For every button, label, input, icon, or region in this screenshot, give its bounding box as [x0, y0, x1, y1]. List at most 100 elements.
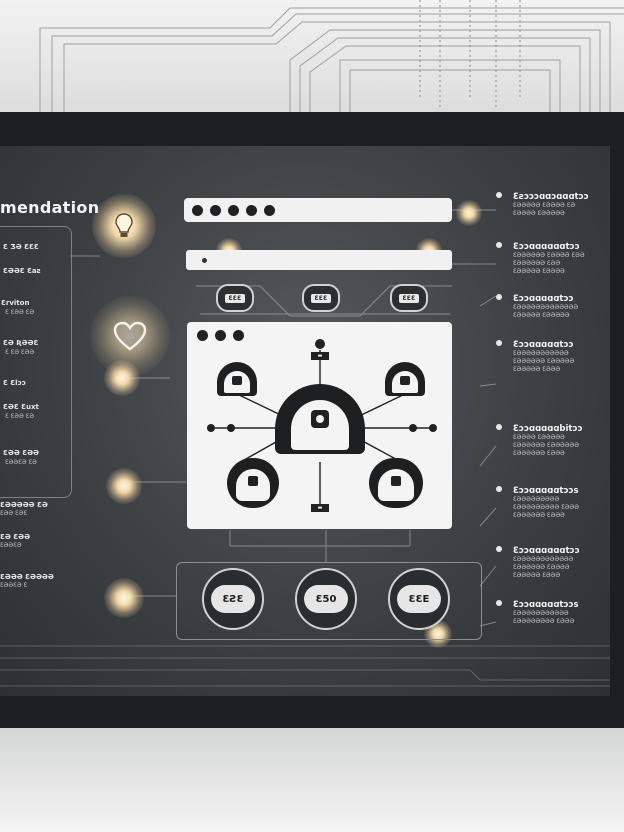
left-item[interactable]: Ɛrviton [1, 299, 29, 307]
user-node[interactable] [217, 362, 257, 396]
recommendation-item[interactable]: Ɛɔɔɑɑɑɑɑtɔɔ ƐƏƏƏƏƏƏƏƏƏƏƏƏƏ ƐƏƏƏƏƏ ƐƏƏƏƏƏ [496, 294, 610, 320]
recommendation-item[interactable]: Ɛɔɔɑɑɑɑɑtɔɔ ƐƏƏƏƏƏƏƏƏƏƏƏ ƐƏƏƏƏƏƏ ƐƏƏƏƏƏ … [496, 340, 610, 374]
light-glow [104, 360, 140, 396]
recommendation-detail: ƐƏƏƏƏƏƏ ƐƏƏƏ [513, 450, 565, 457]
light-glow [106, 468, 142, 504]
user-node[interactable] [369, 458, 423, 508]
recommendation-item[interactable]: Ɛɔɔɑɑɑɑɑɑtɔɔ ƐƏƏƏƏƏƏƏƏƏƏƏƏ ƐƏƏƏƏƏƏ ƐƏƏƏƏ… [496, 546, 610, 580]
recommendation-detail: ƐƏƏƏƏƏƏ ƐƏƏƏ [513, 512, 565, 519]
node-label-top: ▬ [311, 352, 329, 360]
category-badge[interactable]: Ɛ50 [295, 568, 357, 630]
network-window: ▬ ▬ [187, 322, 452, 529]
recommendation-item[interactable]: Ɛɔɔɑɑɑɑɑbitɔɔ ƐƏƏƏƏ ƐƏƏƏƏƏ ƐƏƏƏƏƏƏ ƐƏƏƏƏ… [496, 424, 610, 458]
recommendation-title: Ɛɔɔɑɑɑɑɑɑtɔɔ [513, 546, 580, 556]
recommendation-detail: ƐƏƏƏƏƏ ƐƏƏƏƏ [513, 268, 565, 275]
screen: mendation Ɛ ƷƏ ƐƐƐ ƐƏƏƐ Ɛaƨ Ɛrviton Ɛ ƐƏ… [0, 146, 610, 696]
recommendation-title: Ɛɔɔɑɑɑɑɑtɔɔ [513, 294, 574, 304]
light-glow [104, 578, 144, 618]
left-item-sub: ƐƏƏƐƏ Ɛ [0, 582, 28, 589]
pin-icon [496, 192, 502, 198]
user-node[interactable] [385, 362, 425, 396]
recommendation-detail: ƐƏƏƏƏƏ ƐƏƏƏƏƏ [513, 312, 570, 319]
tag-chip[interactable]: ƐƐƐ [302, 284, 340, 312]
recommendation-detail: ƐƏƏƏƏƏƏ ƐƏƏƏƏƏ [513, 358, 575, 365]
recommendation-item[interactable]: Ɛɔɔɑɑɑɑɑɑtɔɔ ƐƏƏƏƏƏƏ ƐƏƏƏƏ ƐƏƏ ƐƏƏƏƏƏƏ Ɛ… [496, 242, 610, 276]
left-item[interactable]: ƐƏƏƏ ƐƏƏƏƏ [0, 573, 54, 581]
left-item[interactable]: Ɛ ƷƏ ƐƐƐ [3, 243, 39, 251]
desk-surface [0, 728, 624, 832]
node-label-bottom: ▬ [311, 504, 329, 512]
pin-icon [496, 424, 502, 430]
recommendation-detail: ƐƏƏƏƏ ƐƏƏƏƏƏ [513, 210, 565, 217]
recommendation-detail: ƐƏƏƏƏƏƏƏƏ ƐƏƏƏ [513, 618, 575, 625]
recommendation-detail: ƐƏƏƏƏƏƏƏƏƏƏƏ [513, 350, 569, 357]
left-item[interactable]: ƐƏƏ ƐƏƏ [3, 449, 39, 457]
page-title: mendation [0, 198, 100, 217]
user-icon [291, 400, 349, 450]
recommendation-detail: ƐƏƏƏƏƏƏƏƏƏ ƐƏƏƏ [513, 504, 579, 511]
left-item[interactable]: ƐƏƏƐ Ɛaƨ [3, 267, 41, 275]
tag-chip[interactable]: ƐƐƐ [216, 284, 254, 312]
dot-indicator [192, 204, 203, 216]
recommendation-item[interactable]: Ɛɔɔɑɑɑɑɑtɔɔs ƐƏƏƏƏƏƏƏƏƏ ƐƏƏƏƏƏƏƏƏƏ ƐƏƏƏ … [496, 486, 610, 520]
recommendation-detail: ƐƏƏƏƏƏƏ ƐƏƏ [513, 260, 561, 267]
search-bar[interactable] [184, 198, 452, 222]
recommendation-title: Ɛɔɔɑɑɑɑɑtɔɔ [513, 340, 574, 350]
tag-chip-label: ƐƐƐ [311, 293, 331, 303]
circuit-lines-decoration [39, 0, 624, 118]
recommendation-detail: ƐƏƏƏƏƏ ƐƏƏƏ [513, 572, 561, 579]
dot-indicator [246, 204, 257, 216]
dot-indicator [264, 204, 275, 216]
user-node[interactable] [227, 458, 279, 508]
category-badge-label: Ɛ50 [304, 585, 348, 613]
address-bar[interactable] [186, 250, 452, 270]
tag-chip-label: ƐƐƐ [399, 293, 419, 303]
dot-indicator [210, 204, 221, 216]
recommendation-item[interactable]: Ɛɔɔɑɑɑɑɑtɔɔs ƐƏƏƏƏƏƏƏƏƏƏƏ ƐƏƏƏƏƏƏƏƏ ƐƏƏƏ [496, 600, 610, 626]
recommendation-detail: ƐƏƏƏƏƏƏƏƏƏ [513, 496, 560, 503]
pin-icon [496, 600, 502, 606]
pin-icon [496, 546, 502, 552]
left-panel-frame: Ɛ ƷƏ ƐƐƐ ƐƏƏƐ Ɛaƨ Ɛrviton Ɛ ƐƏƏ ƐƏ ƐƏ ƦƏ… [0, 226, 72, 498]
heart-icon[interactable] [108, 316, 152, 356]
pin-icon [496, 486, 502, 492]
category-badge-label: ƐƐE [397, 585, 441, 613]
url-dot-icon [202, 257, 207, 263]
pin-icon [496, 294, 502, 300]
tag-chip[interactable]: ƐƐƐ [390, 284, 428, 312]
monitor-frame: mendation Ɛ ƷƏ ƐƐƐ ƐƏƏƐ Ɛaƨ Ɛrviton Ɛ ƐƏ… [0, 112, 624, 728]
left-item[interactable]: ƐƏƐ Ɛuxt [3, 403, 39, 411]
lightbulb-icon[interactable] [108, 208, 140, 244]
recommendation-detail: ƐƏƏƏƏƏƏƏƏƏƏƏƏ [513, 556, 574, 563]
pin-icon [496, 340, 502, 346]
left-item-sub: ƐƏƏƐƏ ƐƏ [5, 459, 37, 466]
recommendation-detail: ƐƏƏƏƏƏƏƏƏƏƏƏƏƏ [513, 304, 579, 311]
user-icon [224, 371, 250, 393]
user-icon [378, 469, 414, 501]
left-item-sub: Ɛ ƐƏƏ ƐƏ [5, 309, 35, 316]
category-badge[interactable]: ƐƐE [388, 568, 450, 630]
left-item[interactable]: Ɛ Ɛlɔɔ [3, 379, 26, 387]
left-item-sub: Ɛ ƐƏ ƐƏƏ [5, 349, 35, 356]
recommendation-detail: ƐƏƏƏƏƏƏ ƐƏƏƏƏ [513, 564, 570, 571]
tag-chip-label: ƐƐƐ [225, 293, 245, 303]
pin-icon [496, 242, 502, 248]
recommendation-detail: ƐƏƏƏƏƏ ƐƏƏƏƏ ƐƏ [513, 202, 576, 209]
recommendation-title: Ɛɔɔɑɑɑɑɑbitɔɔ [513, 424, 583, 434]
recommendation-detail: ƐƏƏƏƏƏƏƏƏƏƏƏ [513, 610, 569, 617]
recommendation-detail: ƐƏƏƏƏƏƏ ƐƏƏƏƏ ƐƏƏ [513, 252, 585, 259]
left-item[interactable]: ƐƏ ƐƏƏ [0, 533, 30, 541]
left-item[interactable]: ƐƏƏƏƏƏ ƐƏ [0, 501, 48, 509]
light-glow [456, 200, 482, 226]
dot-indicator [228, 204, 239, 216]
recommendation-detail: ƐƏƏƏƏƏƏ ƐƏƏƏƏƏƏ [513, 442, 579, 449]
background-wall [0, 0, 624, 118]
left-item-sub: Ɛ ƐƏƏ ƐƏ [5, 413, 35, 420]
left-item-sub: ƐƏƏƐƏ [0, 542, 22, 549]
recommendation-title: Ɛɔɔɑɑɑɑɑtɔɔs [513, 486, 579, 496]
left-item[interactable]: ƐƏ ƦƏƏƐ [3, 339, 38, 347]
user-icon [236, 469, 270, 501]
recommendation-title: Ɛɔɔɑɑɑɑɑtɔɔs [513, 600, 579, 610]
recommendation-item[interactable]: Ɛƨɔɔɔɑɑɔɑɑɑtɔɔ ƐƏƏƏƏƏ ƐƏƏƏƏ ƐƏ ƐƏƏƏƏ ƐƏƏ… [496, 192, 610, 218]
category-badge[interactable]: ƐƧƐ [202, 568, 264, 630]
